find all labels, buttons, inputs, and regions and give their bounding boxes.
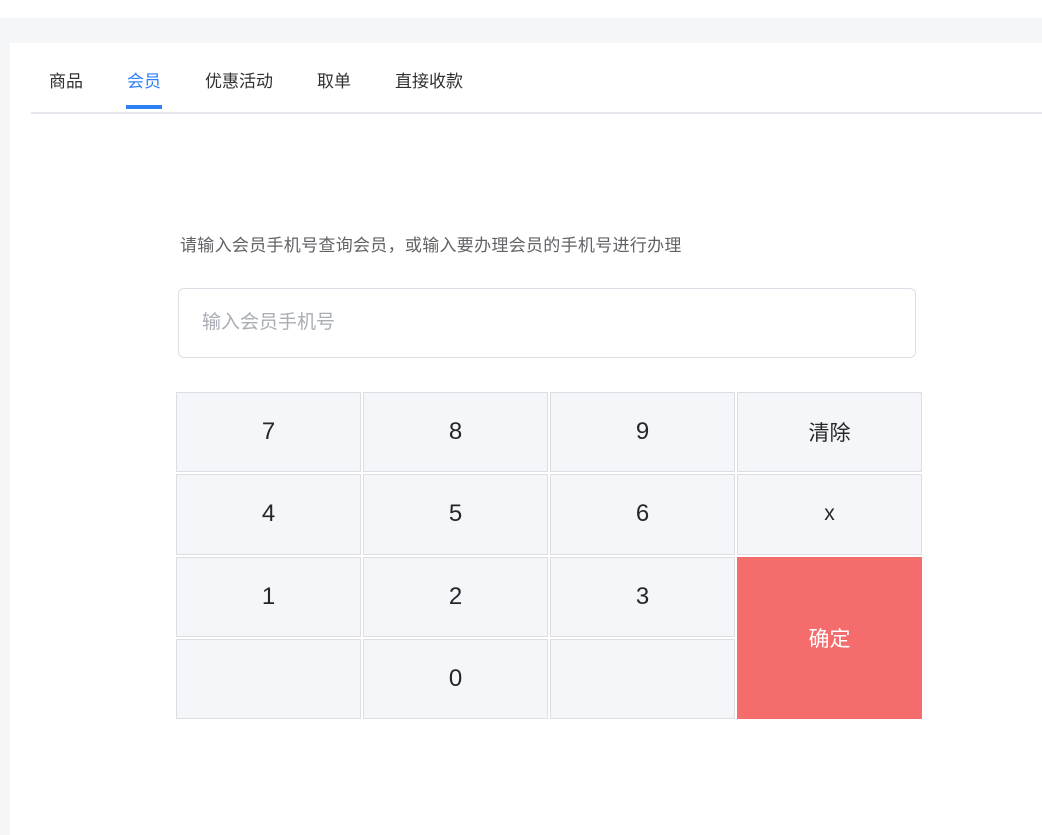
key-7[interactable]: 7 [176,392,361,472]
tab-direct-payment[interactable]: 直接收款 [394,71,464,93]
tab-promotions[interactable]: 优惠活动 [204,71,274,93]
key-8[interactable]: 8 [363,392,548,472]
tab-goods[interactable]: 商品 [48,71,84,93]
tab-pickup-order[interactable]: 取单 [316,71,352,93]
key-4[interactable]: 4 [176,474,361,554]
key-clear[interactable]: 清除 [737,392,922,472]
key-backspace[interactable]: x [737,474,922,554]
member-lookup-hint: 请输入会员手机号查询会员，或输入要办理会员的手机号进行办理 [180,233,682,259]
key-3[interactable]: 3 [550,557,735,637]
key-9[interactable]: 9 [550,392,735,472]
key-2[interactable]: 2 [363,557,548,637]
key-0[interactable]: 0 [363,639,548,719]
numeric-keypad: 7 8 9 清除 4 5 6 x 1 2 3 确定 0 [176,392,922,719]
key-1[interactable]: 1 [176,557,361,637]
pos-app-window: 商品 会员 优惠活动 取单 直接收款 请输入会员手机号查询会员，或输入要办理会员… [0,0,1042,835]
keypad-empty-cell [176,639,361,719]
tab-bar: 商品 会员 优惠活动 取单 直接收款 [31,43,1042,114]
key-5[interactable]: 5 [363,474,548,554]
tab-member[interactable]: 会员 [126,71,162,93]
key-6[interactable]: 6 [550,474,735,554]
key-confirm[interactable]: 确定 [737,557,922,720]
main-card: 商品 会员 优惠活动 取单 直接收款 请输入会员手机号查询会员，或输入要办理会员… [10,43,1042,835]
keypad-empty-cell [550,639,735,719]
member-phone-input[interactable] [178,288,916,358]
